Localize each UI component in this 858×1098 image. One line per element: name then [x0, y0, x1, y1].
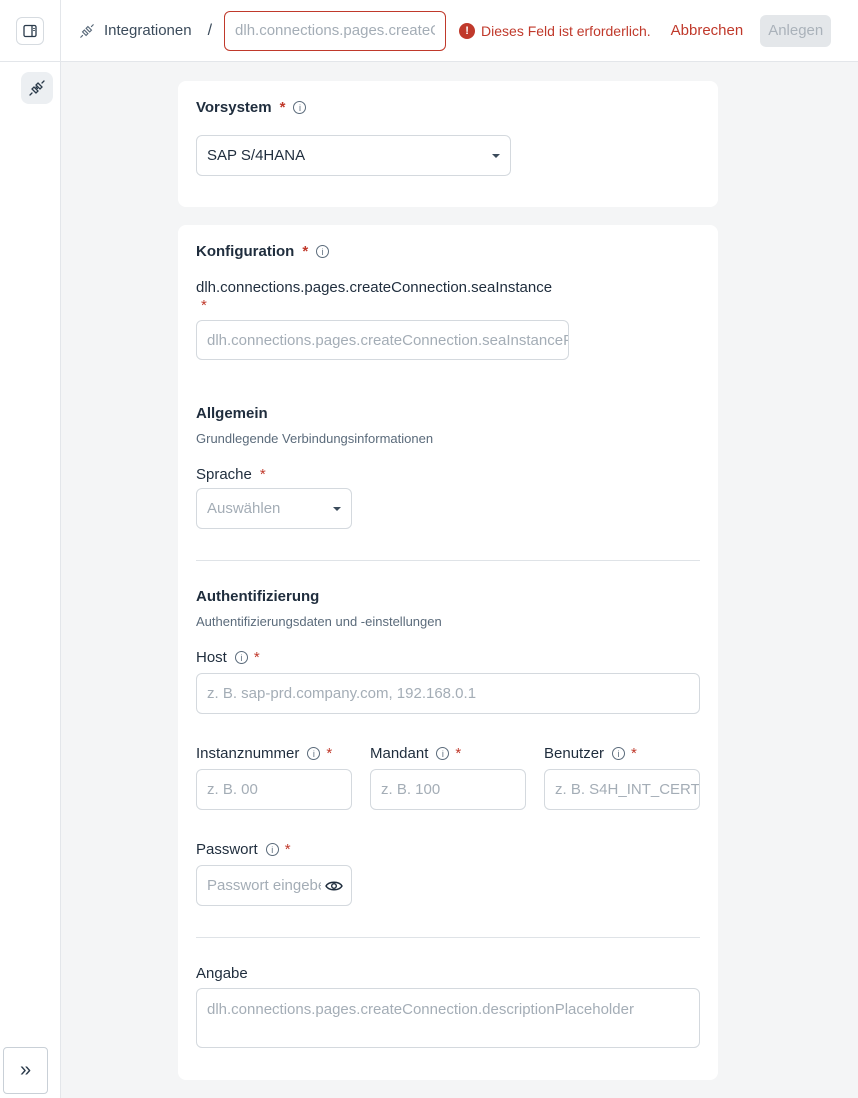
- description-label: Angabe: [196, 965, 248, 982]
- rail-nav-integrations[interactable]: [21, 72, 53, 104]
- required-mark: *: [326, 745, 333, 762]
- info-circle-icon[interactable]: i: [612, 747, 626, 760]
- info-circle-icon[interactable]: i: [234, 651, 248, 664]
- create-button[interactable]: Anlegen: [760, 14, 832, 47]
- required-mark: *: [631, 745, 637, 762]
- required-mark: *: [259, 466, 266, 483]
- expand-rail-button[interactable]: »: [3, 1047, 48, 1094]
- eye-icon[interactable]: [325, 880, 343, 892]
- info-circle-icon[interactable]: i: [307, 747, 321, 760]
- instance-number-label: Instanznummer i *: [196, 745, 332, 762]
- configuration-label-text: Konfiguration: [196, 243, 295, 260]
- host-label: Host i *: [196, 649, 260, 666]
- section-divider: [196, 937, 700, 938]
- password-input[interactable]: Passwort eingeben: [196, 865, 352, 906]
- source-system-selected-value: SAP S/4HANA: [207, 147, 306, 164]
- language-label: Sprache *: [196, 466, 266, 483]
- breadcrumb-integrations[interactable]: Integrationen: [104, 22, 192, 39]
- sidebar-panel-icon: [23, 24, 37, 37]
- cancel-button[interactable]: Abbrechen: [671, 22, 744, 39]
- user-label-text: Benutzer: [544, 745, 605, 762]
- info-circle-icon[interactable]: i: [265, 843, 279, 856]
- instance-number-label-text: Instanznummer: [196, 745, 300, 762]
- info-circle-icon[interactable]: i: [316, 245, 330, 258]
- left-rail: »: [0, 0, 61, 1098]
- required-mark: *: [201, 297, 207, 314]
- password-label: Passwort i *: [196, 841, 291, 858]
- source-system-card: Vorsystem * i SAP S/4HANA: [178, 81, 718, 207]
- top-header: Integrationen / ! Dieses Feld ist erford…: [61, 0, 858, 62]
- client-input[interactable]: z. B. 100: [370, 769, 526, 810]
- sea-instance-input[interactable]: dlh.connections.pages.createConnection.s…: [196, 320, 569, 360]
- password-label-text: Passwort: [196, 841, 258, 858]
- auth-section-title: Authentifizierung: [196, 588, 320, 605]
- required-mark: *: [284, 841, 291, 858]
- connection-name-input[interactable]: [224, 10, 447, 51]
- user-label: Benutzer i *: [544, 745, 637, 762]
- source-system-label-text: Vorsystem: [196, 99, 272, 116]
- source-system-select[interactable]: SAP S/4HANA: [196, 135, 511, 176]
- client-label: Mandant i *: [370, 745, 461, 762]
- language-label-text: Sprache: [196, 466, 252, 483]
- info-circle-icon[interactable]: i: [293, 101, 307, 114]
- configuration-label: Konfiguration * i: [196, 243, 330, 260]
- source-system-label: Vorsystem * i: [196, 99, 307, 116]
- general-section-title: Allgemein: [196, 405, 268, 422]
- error-text: Dieses Feld ist erforderlich.: [481, 22, 651, 39]
- language-select-placeholder: Auswählen: [207, 500, 281, 517]
- password-placeholder: Passwort eingeben: [207, 877, 321, 894]
- double-chevron-right-icon: »: [19, 1059, 32, 1081]
- required-mark: *: [279, 99, 286, 116]
- host-label-text: Host: [196, 649, 227, 666]
- required-mark: *: [302, 243, 309, 260]
- caret-down-icon: [333, 506, 341, 511]
- rail-header: [0, 0, 60, 62]
- breadcrumb-separator: /: [207, 21, 213, 39]
- client-label-text: Mandant: [370, 745, 429, 762]
- required-mark: *: [253, 649, 260, 666]
- plug-icon: [79, 23, 95, 39]
- language-select[interactable]: Auswählen: [196, 488, 352, 529]
- general-section-subtitle: Grundlegende Verbindungsinformationen: [196, 431, 434, 446]
- description-textarea[interactable]: dlh.connections.pages.createConnection.d…: [196, 988, 700, 1048]
- caret-down-icon: [492, 153, 500, 158]
- auth-section-subtitle: Authentifizierungsdaten und -einstellung…: [196, 614, 442, 629]
- alert-circle-icon: !: [459, 22, 476, 39]
- plug-icon: [29, 80, 45, 96]
- info-circle-icon[interactable]: i: [436, 747, 450, 760]
- configuration-card: Konfiguration * i dlh.connections.pages.…: [178, 225, 718, 1080]
- required-mark: *: [455, 745, 462, 762]
- sea-instance-label: dlh.connections.pages.createConnection.s…: [196, 279, 553, 296]
- panel-toggle-button[interactable]: [16, 16, 44, 45]
- host-input[interactable]: z. B. sap-prd.company.com, 192.168.0.1: [196, 673, 700, 714]
- section-divider: [196, 560, 700, 561]
- name-error-message: ! Dieses Feld ist erforderlich.: [459, 22, 651, 39]
- instance-number-input[interactable]: z. B. 00: [196, 769, 352, 810]
- user-input[interactable]: z. B. S4H_INT_CERT: [544, 769, 700, 810]
